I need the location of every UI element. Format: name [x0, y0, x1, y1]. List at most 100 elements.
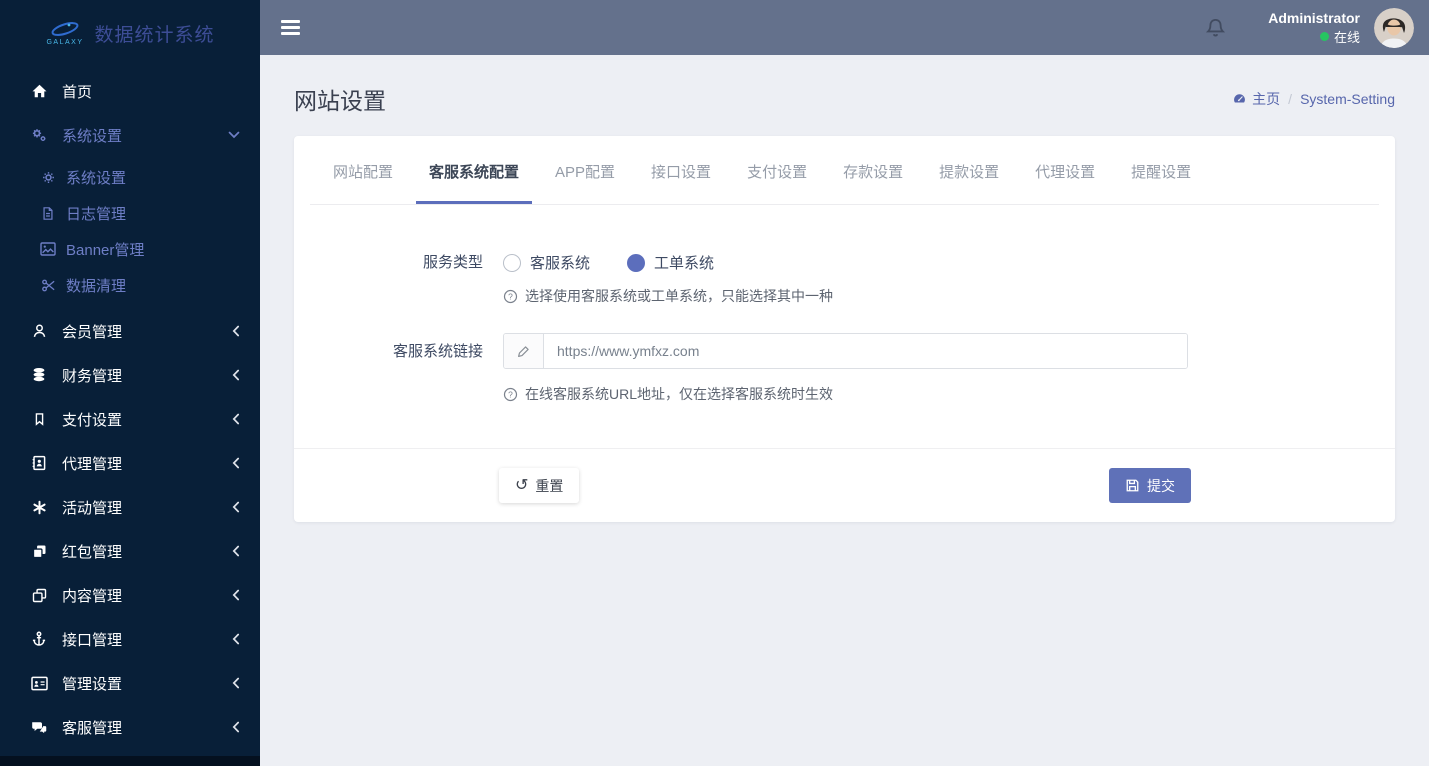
service-link-input[interactable] — [544, 334, 1187, 368]
service-type-help: ? 选择使用客服系统或工单系统，只能选择其中一种 — [503, 286, 1395, 306]
chevron-left-icon — [232, 545, 240, 557]
tab-api-settings[interactable]: 接口设置 — [638, 136, 724, 204]
breadcrumb-separator: / — [1288, 90, 1293, 107]
breadcrumb-home-link[interactable]: 主页 — [1232, 89, 1280, 109]
radio-ticket-system[interactable] — [627, 253, 646, 272]
submit-button[interactable]: 提交 — [1109, 468, 1191, 503]
tab-customer-service-config[interactable]: 客服系统配置 — [416, 136, 533, 204]
submenu-item-banner-management[interactable]: Banner管理 — [0, 231, 260, 267]
user-menu[interactable]: Administrator 在线 — [1268, 9, 1360, 46]
tab-website-config[interactable]: 网站配置 — [320, 136, 406, 204]
sidebar-item-members[interactable]: 会员管理 — [0, 309, 260, 353]
submenu-item-label: 系统设置 — [66, 169, 127, 187]
radio-label-ticket[interactable]: 工单系统 — [654, 252, 714, 273]
service-link-input-group — [503, 333, 1188, 369]
svg-text:?: ? — [508, 291, 513, 301]
sidebar-item-agents[interactable]: 代理管理 — [0, 441, 260, 485]
tab-withdraw-settings[interactable]: 提款设置 — [926, 136, 1012, 204]
app-title: 数据统计系统 — [94, 24, 215, 46]
reset-button[interactable]: ↺ 重置 — [499, 468, 580, 503]
page-head: 网站设置 主页 / System-Setting — [260, 55, 1429, 136]
chevron-left-icon — [232, 633, 240, 645]
tab-reminder-settings[interactable]: 提醒设置 — [1118, 136, 1204, 204]
gear-icon — [40, 170, 56, 185]
question-circle-icon: ? — [503, 387, 518, 402]
sidebar-item-payment-settings[interactable]: 支付设置 — [0, 397, 260, 441]
service-link-row: 客服系统链接 https://www.ymfxz.com ? 在线客服系统URL… — [294, 333, 1395, 404]
service-link-help: ? 在线客服系统URL地址，仅在选择客服系统时生效 — [503, 384, 1395, 404]
tab-payment-settings[interactable]: 支付设置 — [734, 136, 820, 204]
brand-logo[interactable]: GALAXY 数据统计系统 — [0, 0, 260, 66]
hamburger-menu-icon[interactable] — [281, 20, 300, 35]
id-card-icon — [30, 676, 48, 691]
sidebar-item-activities[interactable]: 活动管理 — [0, 485, 260, 529]
topbar-right: Administrator 在线 — [1205, 7, 1414, 48]
avatar[interactable] — [1374, 7, 1414, 48]
sidebar-item-home[interactable]: 首页 — [0, 69, 260, 113]
sidebar-item-label: 首页 — [62, 83, 93, 101]
sidebar-item-label: 会员管理 — [62, 323, 123, 341]
home-icon — [30, 83, 48, 99]
cogs-icon — [30, 127, 48, 143]
chevron-left-icon — [232, 721, 240, 733]
app-root: GALAXY 数据统计系统 首页 系统设置 系统设置 日志管理 Banner管理… — [0, 0, 1429, 766]
online-status-dot — [1319, 32, 1329, 41]
sidebar-item-customer-service[interactable]: 客服管理 — [0, 705, 260, 749]
sidebar-nav: 首页 系统设置 系统设置 日志管理 Banner管理 数据清理 会员管理 财务管… — [0, 66, 260, 756]
chevron-down-icon — [228, 131, 240, 139]
sidebar-item-label: 接口管理 — [62, 631, 123, 649]
service-type-label: 服务类型 — [422, 254, 483, 271]
tab-agent-settings[interactable]: 代理设置 — [1022, 136, 1108, 204]
pencil-icon — [504, 334, 544, 368]
breadcrumb-home-label: 主页 — [1252, 90, 1281, 107]
sidebar-item-label: 支付设置 — [62, 411, 123, 429]
dashboard-icon — [1232, 92, 1247, 106]
sidebar-item-label: 红包管理 — [62, 543, 123, 561]
breadcrumb-current: System-Setting — [1300, 90, 1395, 107]
radio-customer-service-system[interactable] — [503, 253, 521, 272]
sidebar-item-label: 内容管理 — [62, 587, 123, 605]
tab-app-config[interactable]: APP配置 — [542, 136, 628, 204]
card-footer: ↺ 重置 提交 — [294, 448, 1395, 522]
submenu-item-system-setting[interactable]: 系统设置 — [0, 159, 260, 195]
page-content: 网站设置 主页 / System-Setting 网站配置 客服系统配置 APP… — [260, 55, 1429, 766]
submenu-item-label: 数据清理 — [66, 277, 127, 295]
sidebar-item-admin-settings[interactable]: 管理设置 — [0, 661, 260, 705]
asterisk-icon — [30, 500, 48, 515]
chevron-left-icon — [232, 501, 240, 513]
bell-icon[interactable] — [1205, 17, 1226, 39]
system-settings-submenu: 系统设置 日志管理 Banner管理 数据清理 — [0, 157, 260, 309]
sidebar-item-content[interactable]: 内容管理 — [0, 573, 260, 617]
galaxy-logo-icon: GALAXY — [45, 17, 85, 49]
svg-text:?: ? — [508, 389, 513, 399]
sidebar-item-label: 客服管理 — [62, 719, 123, 737]
sidebar-item-api[interactable]: 接口管理 — [0, 617, 260, 661]
submenu-item-log-management[interactable]: 日志管理 — [0, 195, 260, 231]
radio-label-customer-service[interactable]: 客服系统 — [530, 252, 590, 273]
chevron-left-icon — [232, 677, 240, 689]
chevron-left-icon — [232, 457, 240, 469]
address-book-icon — [30, 455, 48, 471]
svg-text:GALAXY: GALAXY — [47, 39, 84, 46]
settings-tabs: 网站配置 客服系统配置 APP配置 接口设置 支付设置 存款设置 提款设置 代理… — [310, 136, 1379, 205]
sidebar-item-system-settings[interactable]: 系统设置 — [0, 113, 260, 157]
chevron-left-icon — [232, 369, 240, 381]
breadcrumb: 主页 / System-Setting — [1232, 89, 1395, 109]
reset-button-label: 重置 — [535, 477, 564, 494]
scissors-icon — [40, 278, 56, 293]
submenu-item-data-cleanup[interactable]: 数据清理 — [0, 267, 260, 303]
database-icon — [30, 367, 48, 383]
service-type-help-text: 选择使用客服系统或工单系统，只能选择其中一种 — [525, 288, 833, 304]
settings-form: 服务类型 客服系统 工单系统 ? 选择使用客服系统或工单系统，只能选择其中一种 … — [294, 205, 1395, 448]
sidebar-item-red-packets[interactable]: 红包管理 — [0, 529, 260, 573]
sidebar-item-label: 代理管理 — [62, 455, 123, 473]
comments-icon — [30, 720, 48, 735]
sidebar-item-finance[interactable]: 财务管理 — [0, 353, 260, 397]
sidebar-bottom-strip — [0, 756, 260, 766]
sidebar: GALAXY 数据统计系统 首页 系统设置 系统设置 日志管理 Banner管理… — [0, 0, 260, 766]
submenu-item-label: Banner管理 — [66, 241, 145, 259]
tab-deposit-settings[interactable]: 存款设置 — [830, 136, 916, 204]
username: Administrator — [1268, 10, 1360, 26]
anchor-icon — [30, 631, 48, 647]
file-icon — [40, 206, 56, 221]
